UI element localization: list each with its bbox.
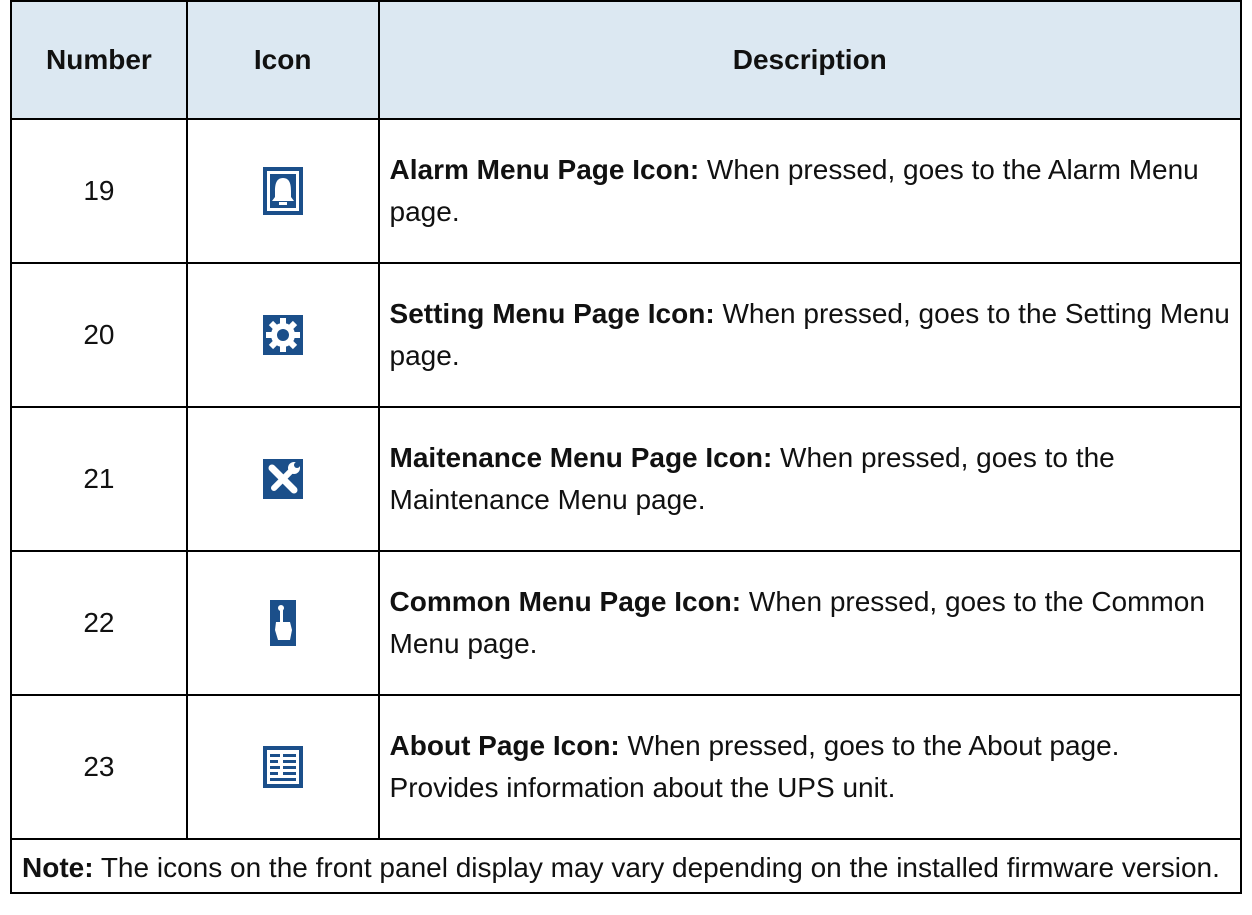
wrench-screwdriver-icon (262, 459, 303, 499)
row-title: Common Menu Page Icon: (389, 586, 742, 617)
alarm-bell-icon (262, 167, 303, 215)
row-number: 22 (10, 550, 188, 696)
row-title: Setting Menu Page Icon: (389, 298, 715, 329)
header-icon: Icon (185, 0, 380, 120)
row-title: About Page Icon: (389, 730, 620, 761)
table-row: 20 Setting Menu Page Icon: When pressed,… (10, 262, 1243, 408)
row-number: 19 (10, 118, 188, 264)
row-number: 21 (10, 406, 188, 552)
header-description: Description (377, 0, 1243, 120)
icon-table: Number Icon Description 19 Alarm Menu Pa… (10, 0, 1243, 894)
table-row: 23 About Page Icon: When pressed, goes t… (10, 694, 1243, 840)
row-number: 20 (10, 262, 188, 408)
table-row: 21 Maitenance Menu Page Icon: When press… (10, 406, 1243, 552)
about-document-icon (262, 746, 303, 788)
table-row: 22 Common Menu Page Icon: When pressed, … (10, 550, 1243, 696)
note-title: Note: (22, 852, 94, 883)
row-title: Alarm Menu Page Icon: (389, 154, 700, 185)
header-row: Number Icon Description (10, 0, 1243, 120)
table-row: 19 Alarm Menu Page Icon: When pressed, g… (10, 118, 1243, 264)
row-title: Maitenance Menu Page Icon: (389, 442, 773, 473)
row-number: 23 (10, 694, 188, 840)
header-number: Number (10, 0, 188, 120)
note-text: The icons on the front panel display may… (93, 852, 1220, 883)
gear-settings-icon (262, 315, 303, 355)
hand-pointer-icon (269, 600, 296, 646)
note-row: Note: The icons on the front panel displ… (10, 838, 1242, 894)
